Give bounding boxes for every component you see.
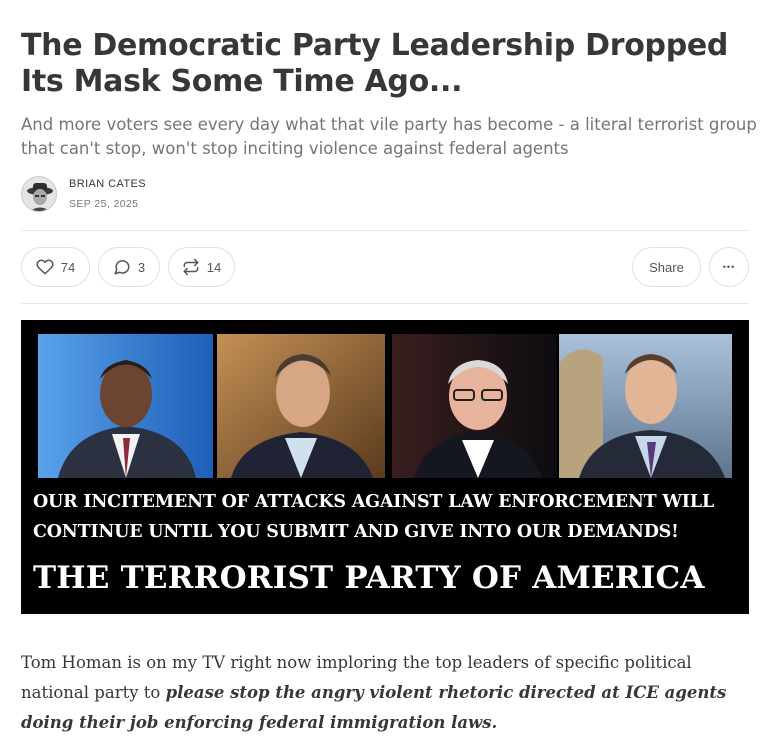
restack-icon xyxy=(182,258,200,276)
divider-top xyxy=(21,230,749,231)
divider-bottom xyxy=(21,303,749,304)
photo-portrait-4 xyxy=(559,334,732,478)
banner-text-line1: OUR INCITEMENT OF ATTACKS AGAINST LAW EN… xyxy=(33,492,714,512)
heart-icon xyxy=(36,258,54,276)
photo-portrait-2 xyxy=(217,334,385,478)
post-body-paragraph: Tom Homan is on my TV right now implorin… xyxy=(21,648,761,738)
banner-headline: THE TERRORIST PARTY OF AMERICA xyxy=(33,560,705,596)
comment-icon xyxy=(113,258,131,276)
post-subtitle: And more voters see every day what that … xyxy=(21,115,757,158)
like-button[interactable]: 74 xyxy=(21,247,90,287)
post-title: The Democratic Party Leadership Dropped … xyxy=(21,28,729,99)
post-image[interactable]: OUR INCITEMENT OF ATTACKS AGAINST LAW EN… xyxy=(21,320,749,614)
more-icon: ••• xyxy=(722,262,736,272)
share-button[interactable]: Share xyxy=(632,247,701,287)
byline: BRIAN CATES SEP 25, 2025 xyxy=(21,175,146,213)
comment-button[interactable]: 3 xyxy=(98,247,160,287)
author-avatar[interactable] xyxy=(21,176,57,212)
more-button[interactable]: ••• xyxy=(709,247,749,287)
post-date: SEP 25, 2025 xyxy=(69,198,139,210)
restack-count: 14 xyxy=(206,259,222,275)
photo-portrait-1 xyxy=(38,334,213,478)
comment-count: 3 xyxy=(137,259,146,275)
share-label: Share xyxy=(649,259,684,275)
photo-portrait-3 xyxy=(392,334,557,478)
restack-button[interactable]: 14 xyxy=(168,247,235,287)
banner-text-line2: CONTINUE UNTIL YOU SUBMIT AND GIVE INTO … xyxy=(33,522,679,542)
author-name[interactable]: BRIAN CATES xyxy=(69,176,146,192)
like-count: 74 xyxy=(60,259,76,275)
